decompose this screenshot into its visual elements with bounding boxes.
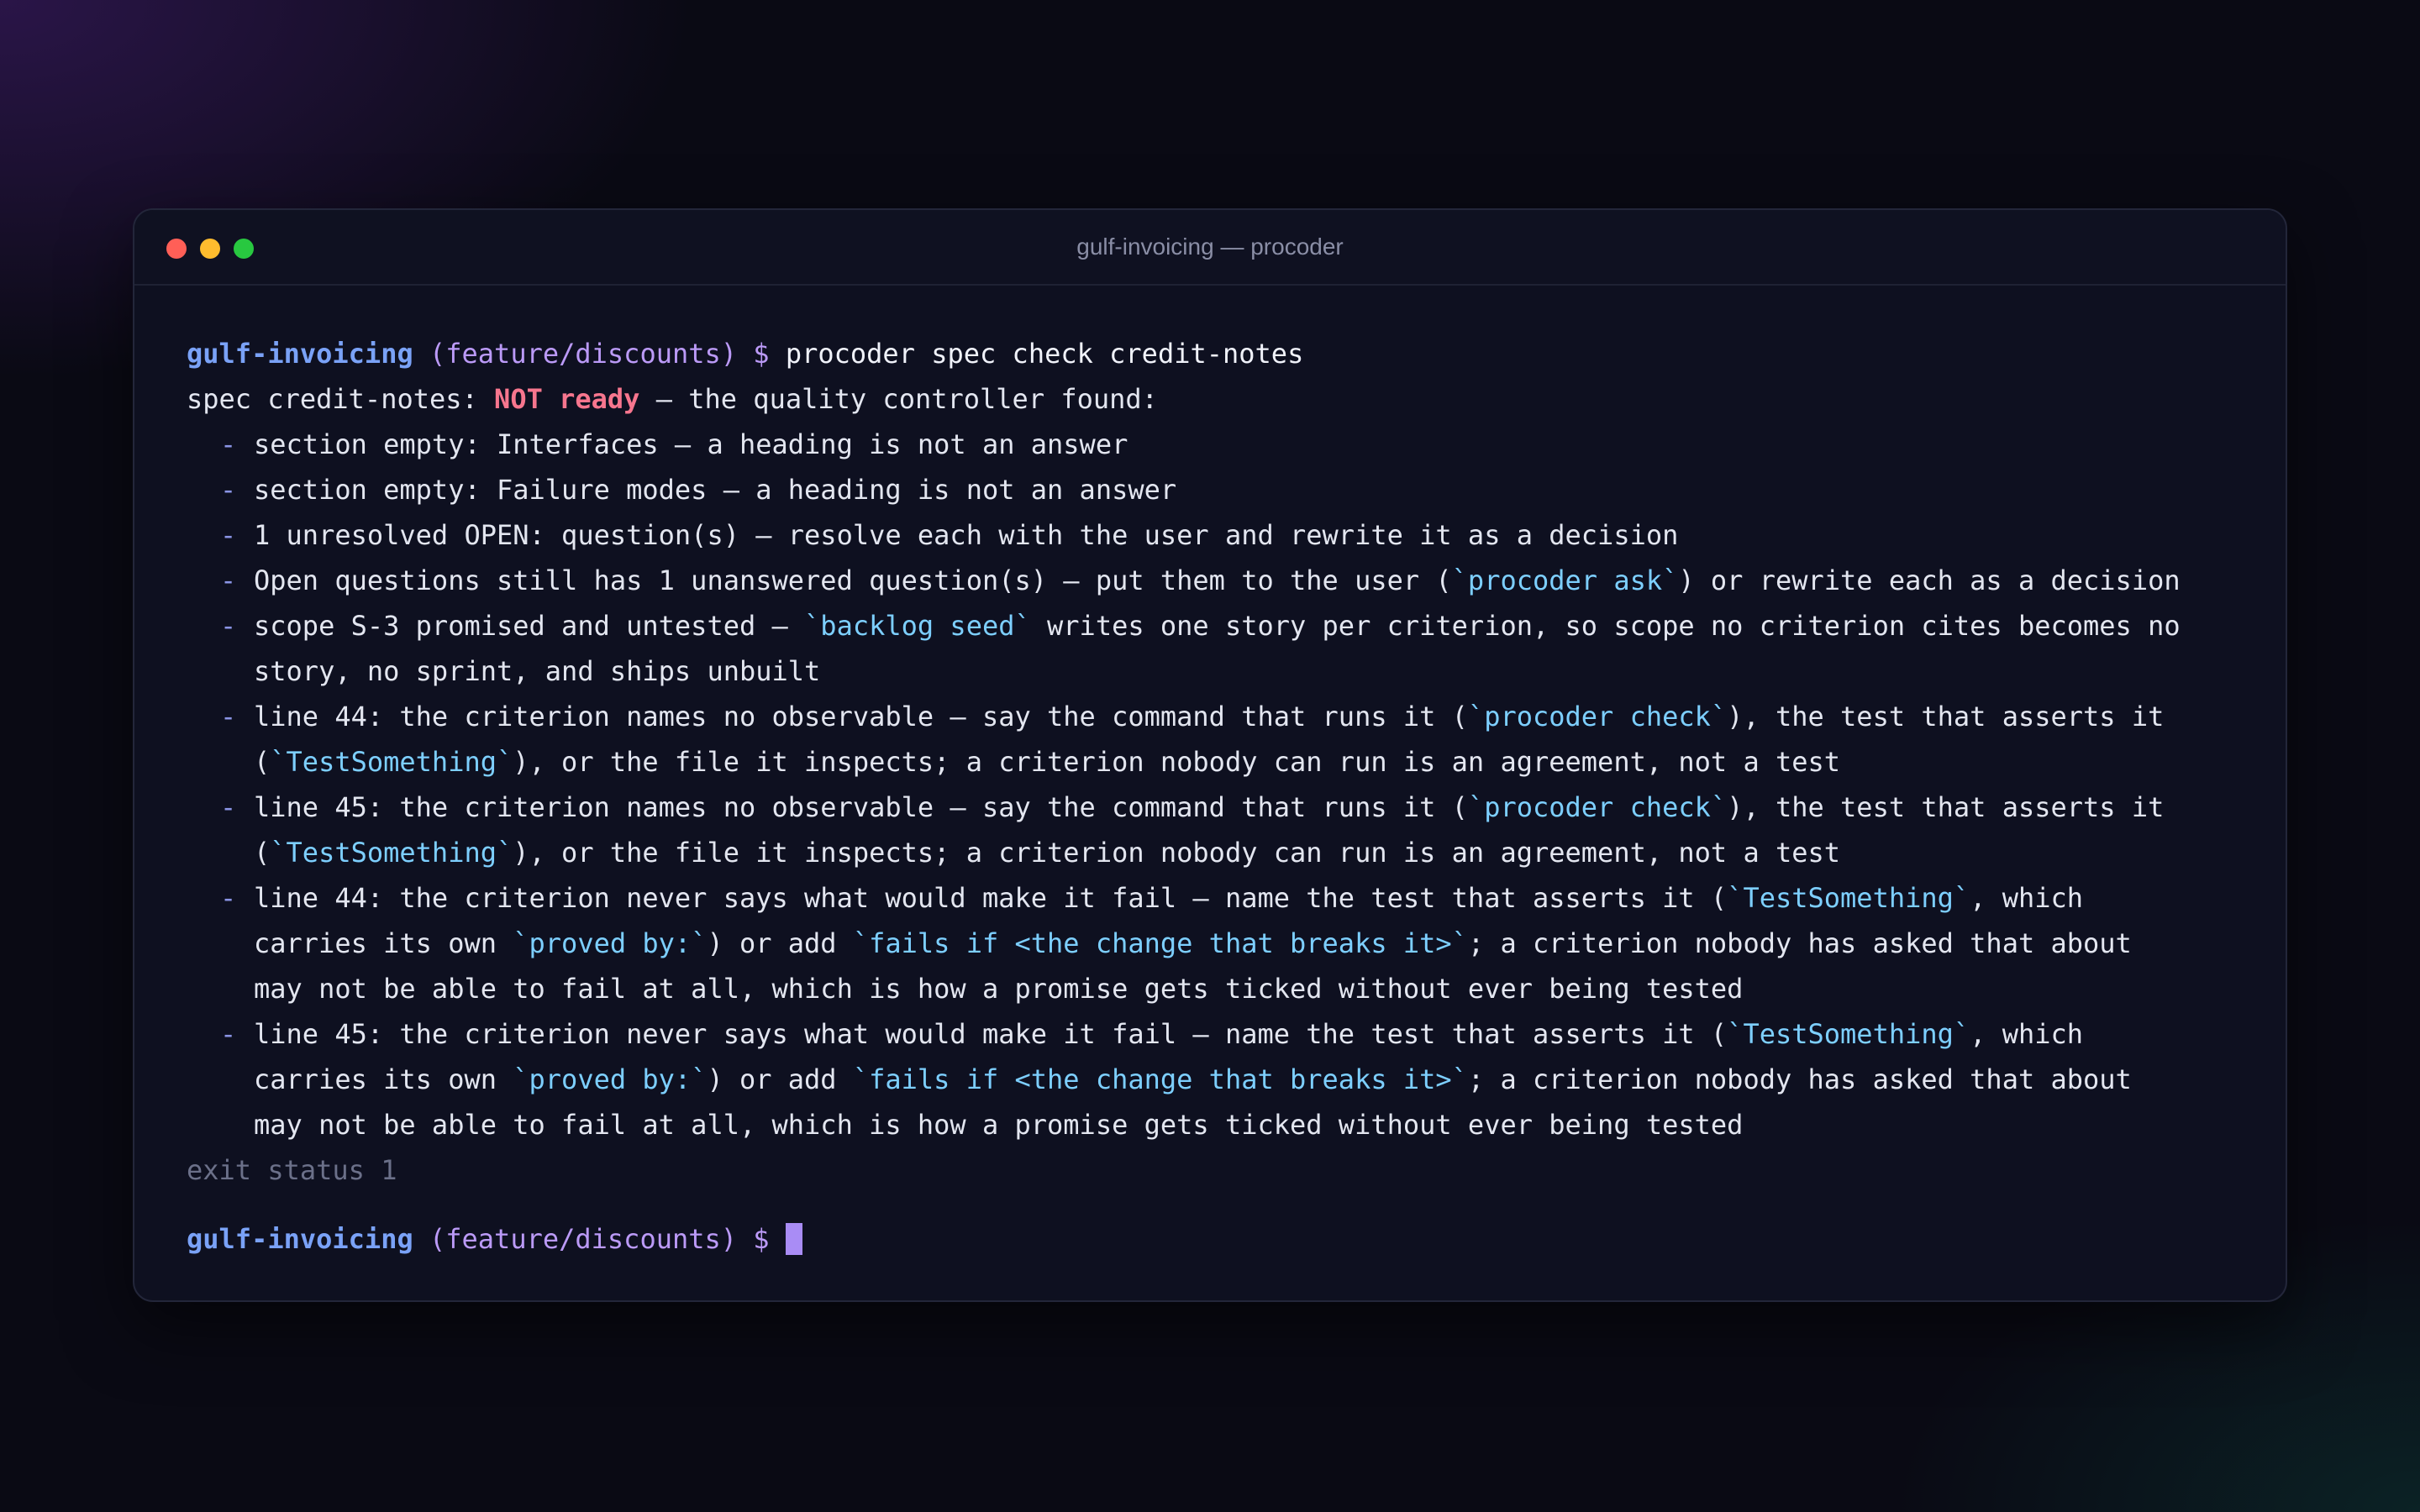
issue-line: - line 44: the criterion never says what …: [187, 875, 2286, 921]
text-cursor: [785, 1223, 802, 1255]
issue-line: - scope S-3 promised and untested — `back…: [187, 603, 2286, 648]
issue-text: ), or the file it inspects; a criterion …: [513, 837, 1841, 869]
prompt-directory: gulf-invoicing: [187, 1223, 413, 1255]
issue-text: section empty: Interfaces — a heading is…: [254, 428, 1128, 460]
issue-item: - line 45: the criterion never says what …: [187, 1011, 2286, 1147]
issue-line: (`TestSomething`), or the file it inspec…: [187, 830, 2286, 875]
issue-text: writes one story per criterion, so scope…: [1030, 610, 2181, 642]
issue-line: may not be able to fail at all, which is…: [187, 1102, 2286, 1147]
issue-text: ; a criterion nobody has asked that abou…: [1467, 1063, 2132, 1095]
result-suffix: — the quality controller found:: [639, 383, 1158, 415]
issue-item: - section empty: Interfaces — a heading i…: [187, 422, 2286, 467]
issue-text: ) or add: [707, 1063, 853, 1095]
issue-text: carries its own: [254, 927, 513, 959]
bullet-dash: -: [220, 428, 237, 460]
issue-text: ), or the file it inspects; a criterion …: [513, 746, 1841, 778]
issue-text: , which: [1970, 1018, 2084, 1050]
issue-text: ; a criterion nobody has asked that abou…: [1467, 927, 2132, 959]
bullet-dash: -: [220, 564, 237, 596]
terminal-output[interactable]: gulf-invoicing (feature/discounts) $ pro…: [134, 286, 2286, 1262]
issue-item: - scope S-3 promised and untested — `back…: [187, 603, 2286, 694]
issue-text: (: [254, 837, 271, 869]
issue-text: scope S-3 promised and untested —: [254, 610, 805, 642]
prompt-symbol: $: [753, 338, 770, 370]
inline-code: `procoder check`: [1467, 701, 1728, 732]
inline-code: `fails if <the change that breaks it>`: [852, 1063, 1468, 1095]
issue-text: may not be able to fail at all, which is…: [254, 973, 1744, 1005]
inline-code: `TestSomething`: [1727, 882, 1970, 914]
bullet-dash: -: [220, 1018, 237, 1050]
issue-item: - line 44: the criterion never says what …: [187, 875, 2286, 1011]
issue-line: - section empty: Interfaces — a heading i…: [187, 422, 2286, 467]
issue-text: line 44: the criterion names no observab…: [254, 701, 1468, 732]
title-bar: gulf-invoicing — procoder: [134, 210, 2286, 286]
status-not-ready: NOT ready: [494, 383, 640, 415]
issue-line: carries its own `proved by:`) or add `fa…: [187, 921, 2286, 966]
issue-text: carries its own: [254, 1063, 513, 1095]
window-title: gulf-invoicing — procoder: [1076, 234, 1344, 260]
issue-text: line 45: the criterion names no observab…: [254, 791, 1468, 823]
issue-text: line 44: the criterion never says what w…: [254, 882, 1728, 914]
inline-code: `proved by:`: [513, 1063, 708, 1095]
issue-line: - line 44: the criterion names no observa…: [187, 694, 2286, 739]
bullet-dash: -: [220, 519, 237, 551]
prompt-symbol: $: [753, 1223, 770, 1255]
issue-text: section empty: Failure modes — a heading…: [254, 474, 1177, 506]
inline-code: `proved by:`: [513, 927, 708, 959]
bullet-dash: -: [220, 610, 237, 642]
issue-line: - line 45: the criterion names no observa…: [187, 785, 2286, 830]
inline-code: `TestSomething`: [270, 837, 513, 869]
issue-text: line 45: the criterion never says what w…: [254, 1018, 1728, 1050]
inline-code: `backlog seed`: [804, 610, 1031, 642]
prompt-branch: (feature/discounts): [429, 338, 738, 370]
issue-text: ), the test that asserts it: [1727, 791, 2165, 823]
exit-status: exit status 1: [187, 1154, 397, 1186]
issue-line: story, no sprint, and ships unbuilt: [187, 648, 2286, 694]
issue-text: ), the test that asserts it: [1727, 701, 2165, 732]
bullet-dash: -: [220, 474, 237, 506]
issue-line: carries its own `proved by:`) or add `fa…: [187, 1057, 2286, 1102]
prompt-branch: (feature/discounts): [429, 1223, 738, 1255]
issue-line: - section empty: Failure modes — a headin…: [187, 467, 2286, 512]
issue-item: - line 44: the criterion names no observa…: [187, 694, 2286, 785]
inline-code: `fails if <the change that breaks it>`: [852, 927, 1468, 959]
inline-code: `procoder ask`: [1451, 564, 1679, 596]
issue-text: ) or rewrite each as a decision: [1678, 564, 2181, 596]
issue-line: - Open questions still has 1 unanswered q…: [187, 558, 2286, 603]
issue-line: -1 unresolved OPEN: question(s) — resolv…: [187, 512, 2286, 558]
result-header: spec credit-notes: NOT ready — the quali…: [187, 376, 2286, 422]
bullet-dash: -: [220, 701, 237, 732]
issue-item: - line 45: the criterion names no observa…: [187, 785, 2286, 875]
issue-text: Open questions still has 1 unanswered qu…: [254, 564, 1452, 596]
issue-text: , which: [1970, 882, 2084, 914]
terminal-window: gulf-invoicing — procoder gulf-invoicing…: [133, 208, 2287, 1302]
active-prompt-line[interactable]: gulf-invoicing (feature/discounts) $: [187, 1216, 2286, 1262]
issue-item: - section empty: Failure modes — a headin…: [187, 467, 2286, 512]
bullet-dash: -: [220, 791, 237, 823]
issue-list: - section empty: Interfaces — a heading i…: [187, 422, 2286, 1147]
bullet-dash: -: [220, 882, 237, 914]
issue-text: story, no sprint, and ships unbuilt: [254, 655, 821, 687]
issue-line: - line 45: the criterion never says what …: [187, 1011, 2286, 1057]
issue-item: - Open questions still has 1 unanswered q…: [187, 558, 2286, 603]
issue-text: may not be able to fail at all, which is…: [254, 1109, 1744, 1141]
issue-text: ) or add: [707, 927, 853, 959]
command-text: procoder spec check credit-notes: [785, 338, 1304, 370]
prompt-directory: gulf-invoicing: [187, 338, 413, 370]
command-line: gulf-invoicing (feature/discounts) $ pro…: [187, 331, 2286, 376]
issue-line: may not be able to fail at all, which is…: [187, 966, 2286, 1011]
inline-code: `procoder check`: [1467, 791, 1728, 823]
issue-text: 1 unresolved OPEN: question(s) — resolve…: [254, 519, 1679, 551]
issue-text: (: [254, 746, 271, 778]
inline-code: `TestSomething`: [270, 746, 513, 778]
result-prefix: spec credit-notes:: [187, 383, 495, 415]
issue-item: -1 unresolved OPEN: question(s) — resolv…: [187, 512, 2286, 558]
issue-line: (`TestSomething`), or the file it inspec…: [187, 739, 2286, 785]
inline-code: `TestSomething`: [1727, 1018, 1970, 1050]
